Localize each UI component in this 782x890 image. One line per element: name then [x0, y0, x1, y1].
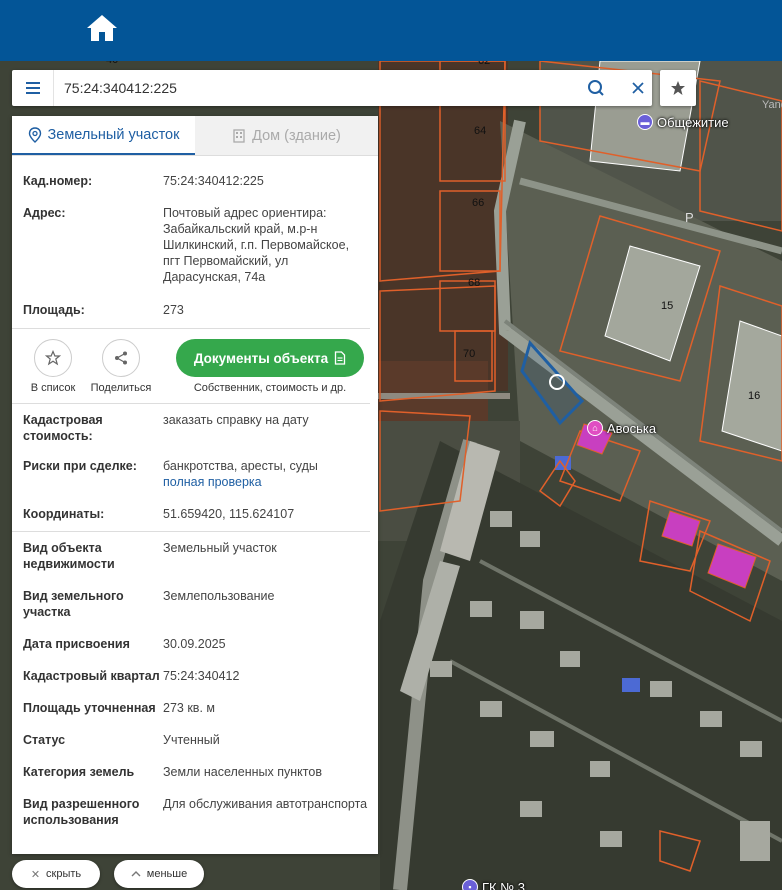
search-bar: [12, 70, 652, 106]
cad-number-value[interactable]: 75:24:340412:225: [163, 173, 368, 189]
collapse-panel-label: меньше: [146, 868, 188, 880]
risks-row: Риски при сделке: банкротства, аресты, с…: [12, 458, 378, 490]
cad-number-label: Кад.номер:: [23, 174, 93, 188]
tab-land-plot[interactable]: Земельный участок: [12, 116, 195, 155]
object-documents-label: Документы объекта: [193, 350, 329, 366]
document-icon: [334, 351, 346, 365]
search-icon[interactable]: [586, 78, 606, 98]
detail-row: Вид разрешенного использования Для обслу…: [12, 796, 378, 828]
collapse-panel-button[interactable]: меньше: [114, 860, 204, 888]
object-documents-button[interactable]: Документы объекта: [176, 339, 364, 377]
poi-shop-label: Авоська: [607, 420, 657, 436]
map-label-40: 40: [106, 61, 118, 66]
map-label-16: 16: [748, 390, 761, 402]
share-icon: [115, 351, 127, 365]
bed-icon: ▬: [637, 114, 653, 130]
tab-building[interactable]: Дом (здание): [195, 116, 378, 155]
building-icon: [233, 128, 245, 143]
area-label: Площадь:: [23, 303, 85, 317]
garage-icon: ▪: [462, 879, 478, 890]
cadastral-cost-row: Кадастровая стоимость: заказать справку …: [12, 412, 378, 444]
detail-label: Категория земель: [23, 765, 135, 779]
cadastral-cost-label: Кадастровая стоимость:: [23, 413, 103, 443]
parking-label: P: [685, 210, 694, 225]
detail-value: Для обслуживания автотранспорта: [163, 797, 368, 811]
actions-bar: В список Поделиться Документы объекта Со…: [12, 329, 378, 403]
share-button[interactable]: [102, 339, 140, 377]
map-pin-icon: [28, 126, 41, 143]
chevron-up-icon: [131, 871, 141, 877]
detail-row: Статус Учтенный: [12, 732, 378, 748]
detail-value: 30.09.2025: [163, 637, 226, 651]
map-label-70: 70: [463, 348, 476, 360]
map-label-68: 68: [468, 277, 481, 289]
map-label-62: 62: [478, 61, 491, 67]
coordinates-value: 51.659420, 115.624107: [163, 507, 295, 521]
search-input[interactable]: [64, 76, 574, 100]
detail-label: Вид разрешенного использования: [23, 797, 140, 827]
home-icon[interactable]: [84, 12, 120, 44]
hide-panel-label: скрыть: [46, 868, 82, 880]
yandex-label: Yand: [762, 99, 782, 111]
coordinates-row: Координаты: 51.659420, 115.624107: [12, 506, 378, 522]
detail-row: Дата присвоения 30.09.2025: [12, 636, 378, 652]
map-label-64: 64: [474, 125, 487, 137]
risks-text: банкротства, аресты, суды: [163, 459, 318, 473]
poi-shop[interactable]: ⌂ Авоська: [587, 420, 656, 436]
star-outline-icon: [45, 350, 61, 366]
detail-label: Вид объекта недвижимости: [23, 541, 115, 571]
order-certificate-link[interactable]: заказать справку на дату: [163, 412, 368, 444]
detail-label: Статус: [23, 733, 66, 747]
full-check-link[interactable]: полная проверка: [163, 474, 368, 490]
address-label: Адрес:: [23, 206, 66, 220]
panel-tabs: Земельный участок Дом (здание): [12, 116, 378, 156]
map-label-15: 15: [661, 300, 674, 312]
star-icon[interactable]: [660, 70, 696, 106]
address-row: Адрес: Почтовый адрес ориентира: Забайка…: [12, 205, 378, 285]
detail-label: Вид земельного участка: [23, 589, 124, 619]
detail-label: Дата присвоения: [23, 637, 130, 651]
detail-row: Вид объекта недвижимости Земельный участ…: [12, 540, 378, 572]
poi-garage[interactable]: ▪ ГК № 3: [462, 879, 525, 890]
menu-icon[interactable]: [12, 70, 54, 106]
close-icon[interactable]: [628, 78, 648, 98]
info-panel: Земельный участок Дом (здание) Кад.номер…: [12, 116, 378, 854]
detail-value: Земельный участок: [163, 541, 277, 555]
detail-row: Кадастровый квартал 75:24:340412: [12, 668, 378, 684]
coordinates-label: Координаты:: [23, 507, 105, 521]
detail-value: Земли населенных пунктов: [163, 765, 322, 779]
cad-number-row: Кад.номер: 75:24:340412:225: [12, 173, 378, 189]
add-to-list-label: В список: [30, 382, 76, 394]
hide-panel-button[interactable]: ✕ скрыть: [12, 860, 100, 888]
detail-value: 273 кв. м: [163, 701, 215, 715]
risks-label: Риски при сделке:: [23, 459, 137, 473]
address-value: Почтовый адрес ориентира: Забайкальский …: [163, 206, 350, 284]
shop-icon: ⌂: [587, 420, 603, 436]
object-documents-subtitle: Собственник, стоимость и др.: [193, 382, 347, 394]
poi-dormitory[interactable]: ▬ Общежитие: [637, 114, 729, 130]
detail-value: 75:24:340412: [163, 669, 240, 683]
tab-building-label: Дом (здание): [252, 127, 341, 144]
detail-value: Учтенный: [163, 733, 220, 747]
detail-label: Кадастровый квартал: [23, 669, 160, 683]
area-value: 273: [163, 303, 184, 317]
top-header-bar: [0, 0, 782, 61]
detail-label: Площадь уточненная: [23, 701, 156, 715]
detail-row: Вид земельного участка Землепользование: [12, 588, 378, 620]
poi-garage-label: ГК № 3: [482, 879, 526, 890]
poi-dormitory-label: Общежитие: [657, 114, 729, 130]
detail-row: Площадь уточненная 273 кв. м: [12, 700, 378, 716]
tab-land-plot-label: Земельный участок: [47, 126, 180, 143]
share-label: Поделиться: [90, 382, 152, 394]
add-to-list-button[interactable]: [34, 339, 72, 377]
detail-value: Землепользование: [163, 589, 275, 603]
detail-row: Категория земель Земли населенных пункто…: [12, 764, 378, 780]
close-icon: ✕: [30, 868, 41, 881]
area-row: Площадь: 273: [12, 302, 378, 318]
map-label-66: 66: [472, 197, 485, 209]
